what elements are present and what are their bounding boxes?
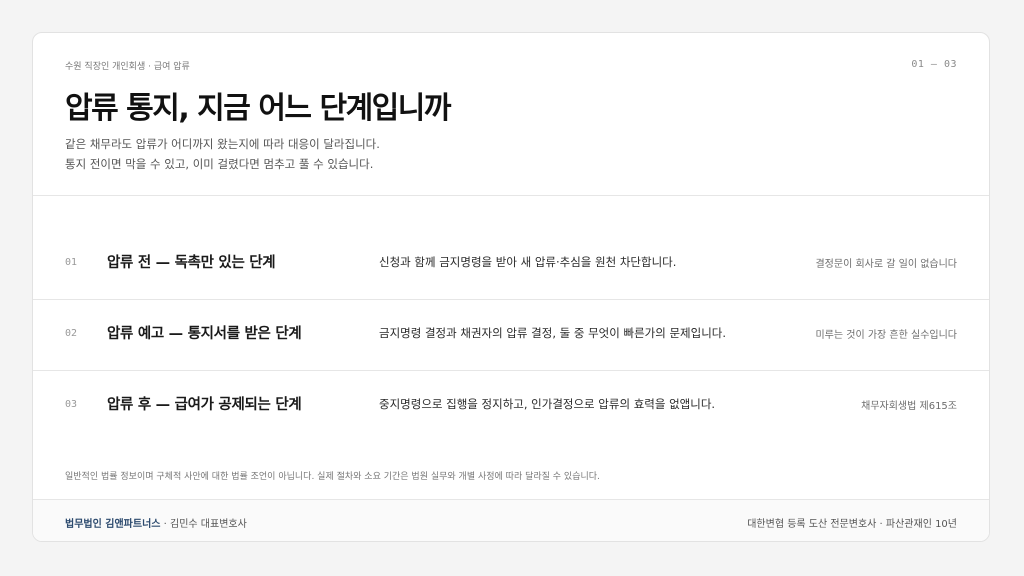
- stage-row-1: 01 압류 전 — 독촉만 있는 단계 신청과 함께 금지명령을 받아 새 압류…: [33, 229, 989, 300]
- page-title: 압류 통지, 지금 어느 단계입니까: [65, 91, 451, 126]
- credentials: 대한변협 등록 도산 전문변호사 · 파산관재인 10년: [747, 519, 957, 530]
- stage-title: 압류 전 — 독촉만 있는 단계: [107, 255, 276, 271]
- stage-description: 신청과 함께 금지명령을 받아 새 압류·추심을 원천 차단합니다.: [379, 255, 677, 269]
- page-indicator: 01 — 03: [911, 59, 957, 70]
- card-header: 수원 직장인 개인회생 · 급여 압류 01 — 03 압류 통지, 지금 어느…: [33, 33, 989, 196]
- firm-info: 법무법인 김앤파트너스 · 김민수 대표변호사: [65, 515, 247, 530]
- stage-title: 압류 예고 — 통지서를 받은 단계: [107, 326, 302, 342]
- subtitle-line-2: 통지 전이면 막을 수 있고, 이미 걸렸다면 멈추고 풀 수 있습니다.: [65, 157, 374, 171]
- stage-number: 02: [65, 328, 78, 339]
- stage-number: 01: [65, 257, 78, 268]
- stage-row-2: 02 압류 예고 — 통지서를 받은 단계 금지명령 결정과 채권자의 압류 결…: [33, 300, 989, 371]
- content-card: 수원 직장인 개인회생 · 급여 압류 01 — 03 압류 통지, 지금 어느…: [32, 32, 990, 542]
- firm-person: · 김민수 대표변호사: [160, 519, 247, 530]
- stage-title: 압류 후 — 급여가 공제되는 단계: [107, 397, 302, 413]
- card-footer: 법무법인 김앤파트너스 · 김민수 대표변호사 대한변협 등록 도산 전문변호사…: [33, 499, 989, 541]
- stage-note: 결정문이 회사로 갈 일이 없습니다: [815, 259, 957, 270]
- subtitle-line-1: 같은 채무라도 압류가 어디까지 왔는지에 따라 대응이 달라집니다.: [65, 137, 380, 151]
- subtitle: 같은 채무라도 압류가 어디까지 왔는지에 따라 대응이 달라집니다. 통지 전…: [65, 134, 380, 174]
- stage-description: 중지명령으로 집행을 정지하고, 인가결정으로 압류의 효력을 없앱니다.: [379, 397, 716, 411]
- disclaimer: 일반적인 법률 정보이며 구체적 사안에 대한 법률 조언이 아닙니다. 실제 …: [65, 472, 600, 482]
- stage-note: 채무자회생법 제615조: [861, 401, 957, 412]
- stage-description: 금지명령 결정과 채권자의 압류 결정, 둘 중 무엇이 빠른가의 문제입니다.: [379, 326, 727, 340]
- stage-note: 미루는 것이 가장 흔한 실수입니다: [815, 330, 957, 341]
- stage-list: 01 압류 전 — 독촉만 있는 단계 신청과 함께 금지명령을 받아 새 압류…: [33, 229, 989, 441]
- stage-row-3: 03 압류 후 — 급여가 공제되는 단계 중지명령으로 집행을 정지하고, 인…: [33, 371, 989, 441]
- stage-number: 03: [65, 399, 78, 410]
- eyebrow-text: 수원 직장인 개인회생 · 급여 압류: [65, 62, 190, 72]
- firm-name: 법무법인 김앤파트너스: [65, 519, 161, 530]
